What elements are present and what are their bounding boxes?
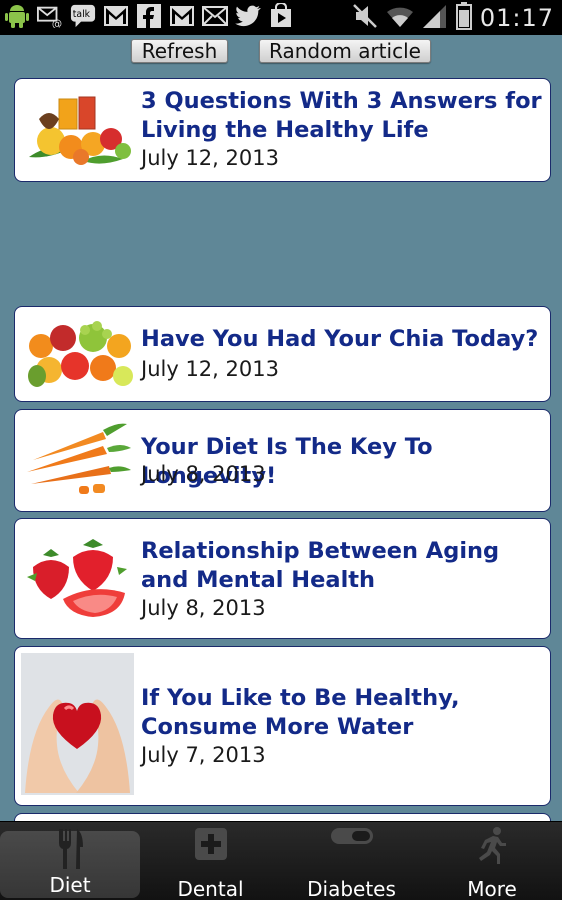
pill-icon [330, 826, 374, 851]
article-card[interactable]: If You Like to Be Healthy, Consume More … [14, 646, 551, 806]
talk-icon: talk [70, 3, 96, 29]
mute-icon [352, 3, 378, 33]
facebook-icon [136, 3, 162, 29]
mail-icon [202, 3, 228, 29]
article-card[interactable]: Your Diet Is The Key To Longevity! July … [14, 409, 551, 512]
hands-heart-image [21, 653, 134, 795]
article-date: July 7, 2013 [141, 743, 266, 767]
article-date: July 8, 2013 [141, 596, 266, 620]
random-article-button[interactable]: Random article [259, 39, 431, 63]
clock: 01:17 [479, 4, 554, 32]
gmail-icon [169, 3, 195, 29]
tab-label: Diabetes [307, 877, 396, 900]
tab-more[interactable]: More [422, 822, 562, 900]
tab-label: Diet [49, 873, 91, 897]
article-date: July 12, 2013 [141, 357, 279, 381]
strawberries-image [23, 537, 133, 619]
tab-label: Dental [177, 877, 244, 900]
article-title[interactable]: Have You Had Your Chia Today? [141, 325, 542, 354]
android-icon [4, 3, 30, 29]
article-title[interactable]: 3 Questions With 3 Answers for Living th… [141, 87, 542, 145]
gmail-icon [103, 3, 129, 29]
play-store-icon [268, 3, 294, 29]
refresh-button[interactable]: Refresh [131, 39, 228, 63]
article-date: July 12, 2013 [141, 146, 279, 170]
twitter-icon [235, 3, 261, 29]
article-card[interactable]: Relationship Between Aging and Mental He… [14, 518, 551, 639]
tab-diabetes[interactable]: Diabetes [281, 822, 422, 900]
system-icons: 01:17 [352, 2, 554, 34]
wifi-icon [386, 3, 414, 33]
article-card[interactable]: 3 Questions With 3 Answers for Living th… [14, 78, 551, 182]
carrots-image [23, 420, 133, 498]
article-title[interactable]: If You Like to Be Healthy, Consume More … [141, 684, 542, 742]
article-title[interactable]: Relationship Between Aging and Mental He… [141, 537, 542, 595]
mail-at-icon: @ [37, 3, 63, 29]
tab-label: More [467, 877, 517, 900]
battery-icon [455, 2, 472, 34]
fruit-juice-image [23, 89, 133, 173]
runner-icon [477, 826, 507, 869]
notification-icons: @ talk [4, 3, 294, 29]
article-card[interactable]: Have You Had Your Chia Today? July 12, 2… [14, 306, 551, 402]
fork-knife-icon [55, 829, 85, 874]
svg-text:talk: talk [73, 9, 91, 20]
tab-diet[interactable]: Diet [0, 829, 140, 898]
signal-icon [422, 3, 448, 33]
fruit-pile-image [23, 316, 133, 392]
plus-cross-icon [194, 828, 227, 865]
bottom-nav: Diet Dental Diabetes More [0, 821, 562, 900]
tab-dental[interactable]: Dental [140, 822, 281, 900]
svg-text:@: @ [52, 19, 62, 28]
status-bar: @ talk 01:17 [0, 0, 562, 35]
article-date: July 8, 2013 [141, 462, 266, 486]
